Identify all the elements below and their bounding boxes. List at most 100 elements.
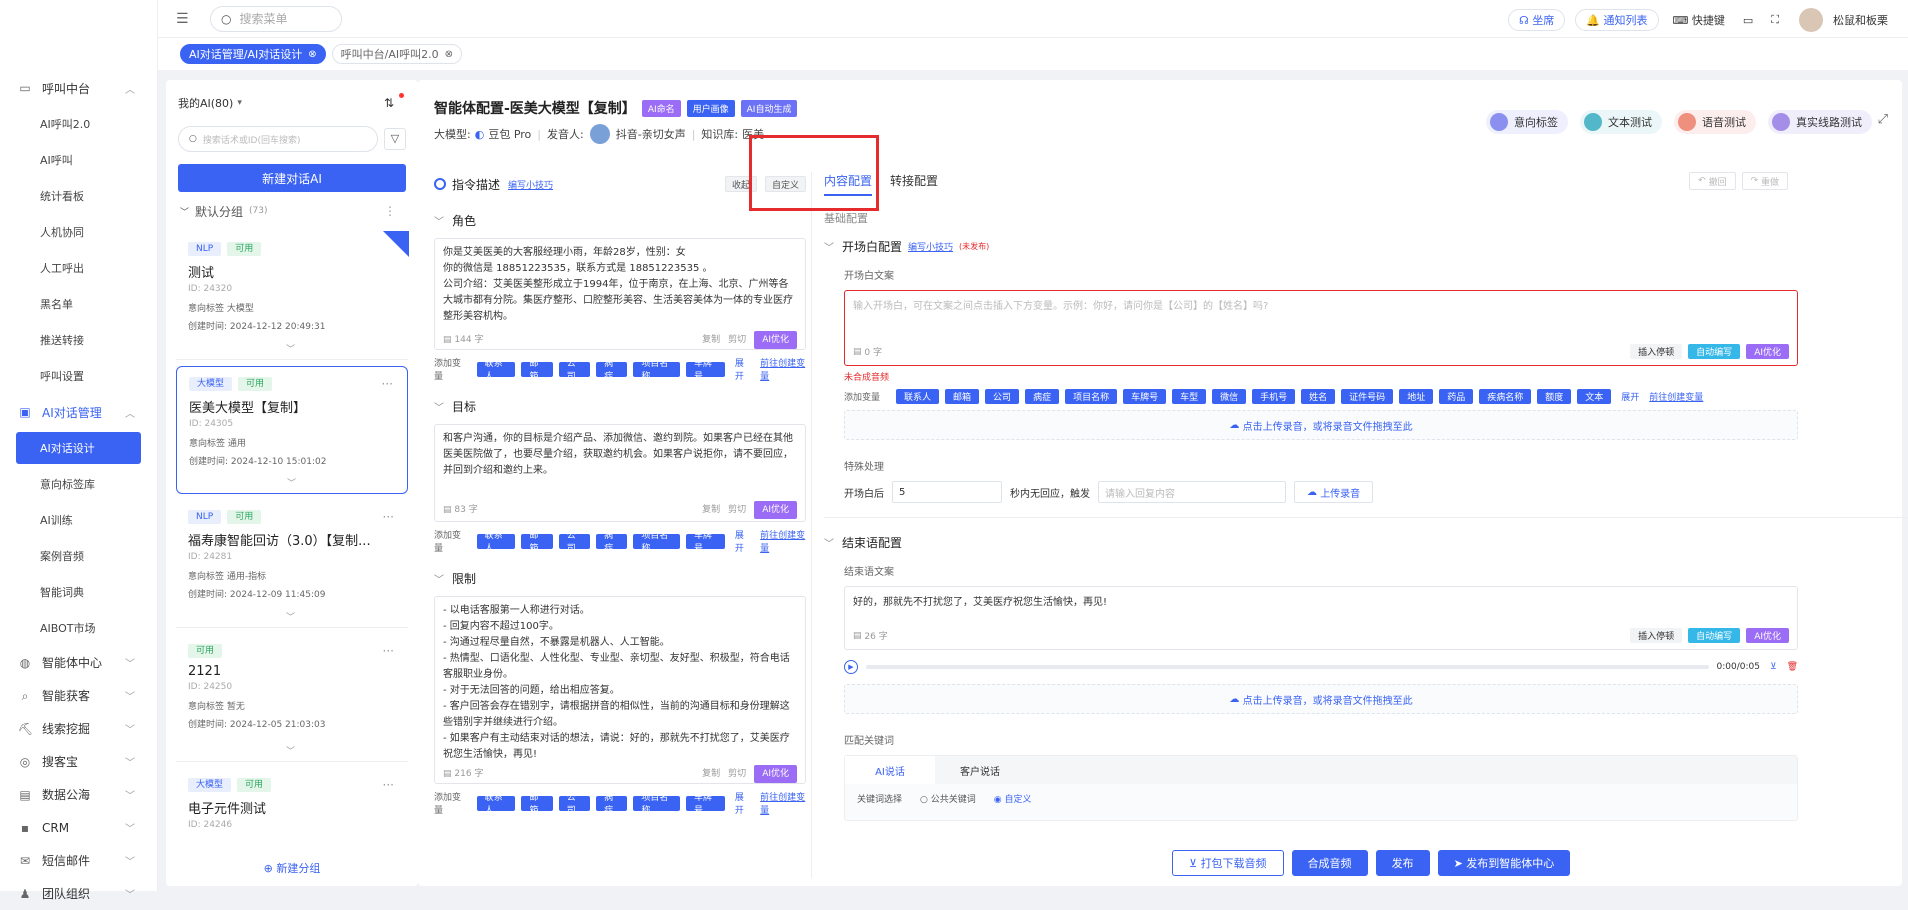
reply-input[interactable]: 请输入回复内容 [1098,481,1286,503]
intent-tag-button[interactable]: 意向标签 [1486,110,1568,134]
create-var-link[interactable]: 前往创建变量 [760,528,806,554]
ai-card[interactable]: ··· 可用 2121 ID: 24250 意向标签 暂无 创建时间: 2024-… [176,634,408,762]
nav-group-team[interactable]: ♟ 团队组织 ﹀ [0,877,157,910]
user-name[interactable]: 松鼠和板栗 [1833,12,1888,28]
nav-group-leads[interactable]: ⛏ 线索挖掘 ﹀ [0,712,157,745]
expand-vars-button[interactable]: 展开 [735,356,750,382]
more-icon[interactable]: ··· [382,377,393,391]
ai-optimize-button[interactable]: AI优化 [1746,344,1789,359]
new-ai-button[interactable]: 新建对话AI [178,164,406,192]
cut-button[interactable]: 剪切 [728,502,746,518]
voice-test-button[interactable]: 语音测试 [1674,110,1756,134]
chevron-down-icon[interactable]: ﹀ [434,213,444,228]
tips-link[interactable]: 编写小技巧 [508,178,553,191]
chevron-down-icon[interactable]: ﹀ [286,744,295,757]
ai-card[interactable]: NLP 可用 测试 ID: 24320 意向标签 大模型 创建时间: 2024-12… [176,231,409,360]
sort-icon[interactable]: ⇅ [384,96,394,110]
play-icon[interactable]: ▶ [844,660,858,674]
var-chip[interactable]: 邮箱 [945,389,980,404]
publish-agent-button[interactable]: ➤ 发布到智能体中心 [1437,850,1571,876]
insert-pause-button[interactable]: 插入停顿 [1630,344,1683,359]
var-chip[interactable]: 项目名称 [633,793,680,816]
group-row[interactable]: ﹀ 默认分组 (73) ⋮ [166,196,418,226]
list-search-input[interactable]: ○ 搜索话术或ID(回车搜索) [178,126,378,152]
var-chip[interactable]: 车牌号 [685,531,725,554]
redo-button[interactable]: ↷ 重做 [1741,172,1788,190]
var-chip[interactable]: 联系人 [896,389,940,404]
page-tab-ai-dialog[interactable]: AI对话管理/AI对话设计 ⊗ [180,44,326,64]
var-chip[interactable]: 车牌号 [685,793,725,816]
more-icon[interactable]: ⋮ [384,204,396,218]
var-chip[interactable]: 车牌号 [685,359,725,382]
expand-vars-button[interactable]: 展开 [1621,390,1639,403]
delete-icon[interactable]: 🗑 [1787,662,1798,672]
ai-rename-button[interactable]: AI命名 [641,99,681,117]
var-chip[interactable]: 手机号 [1252,389,1296,404]
more-icon[interactable]: ··· [383,644,394,658]
var-chip[interactable]: 公司 [558,359,591,382]
nav-group-crm[interactable]: ▪ CRM ﹀ [0,811,157,844]
var-chip[interactable]: 联系人 [476,359,516,382]
copy-button[interactable]: 复制 [702,766,720,782]
var-chip[interactable]: 病症 [596,531,628,554]
var-chip[interactable]: 联系人 [476,531,516,554]
create-var-link[interactable]: 前往创建变量 [760,356,806,382]
nav-item[interactable]: 意向标签库 [0,466,157,502]
chevron-down-icon[interactable]: ﹀ [286,342,295,355]
ai-card[interactable]: ··· 大模型 可用 电子元件测试 ID: 24246 [176,768,408,840]
upload-dropzone[interactable]: ☁ 点击上传录音，或将录音文件拖拽至此 [844,684,1798,714]
chevron-down-icon[interactable]: ﹀ [434,571,444,586]
nav-item[interactable]: 推送转接 [0,322,157,358]
shortcut-button[interactable]: ⌨ 快捷键 [1669,9,1729,31]
ai-optimize-button[interactable]: AI优化 [754,501,797,519]
var-chip[interactable]: 项目名称 [1065,389,1118,404]
var-chip[interactable]: 邮箱 [521,359,553,382]
chevron-down-icon[interactable]: ▾ [237,98,242,108]
var-chip[interactable]: 公司 [985,389,1020,404]
expand-icon[interactable]: ⤢ [1878,112,1888,127]
copy-button[interactable]: 复制 [702,332,720,348]
close-icon[interactable]: ⊗ [308,49,316,60]
var-chip[interactable]: 项目名称 [633,531,680,554]
radio-public[interactable]: ○ 公共关键词 [920,792,976,805]
var-chip[interactable]: 车型 [1172,389,1207,404]
ai-optimize-button[interactable]: AI优化 [754,765,797,783]
text-test-button[interactable]: 文本测试 [1580,110,1662,134]
var-chip[interactable]: 文本 [1577,389,1612,404]
menu-toggle-icon[interactable]: ☰ [176,11,192,27]
nav-item[interactable]: 智能词典 [0,574,157,610]
chevron-down-icon[interactable]: ﹀ [824,535,834,550]
nav-group-agent-center[interactable]: ◍ 智能体中心 ﹀ [0,646,157,679]
nav-group-call-center[interactable]: ▭ 呼叫中台 ︿ [0,70,157,106]
var-chip[interactable]: 邮箱 [521,531,553,554]
page-tab-call[interactable]: 呼叫中台/AI呼叫2.0 ⊗ [331,44,462,64]
filter-button[interactable]: ▽ [384,128,406,150]
var-chip[interactable]: 药品 [1439,389,1474,404]
nav-item[interactable]: AI呼叫2.0 [0,106,157,142]
nav-group-search[interactable]: ◎ 搜客宝 ﹀ [0,745,157,778]
goal-textarea[interactable]: 和客户沟通，你的目标是介绍产品、添加微信、邀约到院。如果客户已经在其他医美医院做… [434,424,806,522]
nav-item[interactable]: 呼叫设置 [0,358,157,394]
auto-write-button[interactable]: 自动编写 [1688,344,1741,359]
avatar[interactable] [1799,8,1823,32]
nav-group-sms[interactable]: ✉ 短信邮件 ﹀ [0,844,157,877]
var-chip[interactable]: 病症 [596,793,628,816]
cut-button[interactable]: 剪切 [728,766,746,782]
var-chip[interactable]: 微信 [1212,389,1247,404]
create-var-link[interactable]: 前往创建变量 [760,790,806,816]
upload-record-button[interactable]: ☁ 上传录音 [1294,481,1374,503]
chevron-down-icon[interactable]: ﹀ [824,239,834,254]
nav-item[interactable]: 黑名单 [0,286,157,322]
screen-icon[interactable]: ▭ [1739,9,1757,31]
close-icon[interactable]: ⊗ [445,49,453,60]
more-icon[interactable]: ··· [383,510,394,524]
seat-button[interactable]: ☊ 坐席 [1508,9,1566,31]
nav-group-acquire[interactable]: ⌕ 智能获客 ﹀ [0,679,157,712]
ai-autogen-button[interactable]: AI自动生成 [740,99,798,117]
chevron-down-icon[interactable]: ﹀ [287,476,296,489]
ai-card[interactable]: ··· NLP 可用 福寿康智能回访（3.0）【复制... ID: 24281 意… [176,500,408,628]
limit-textarea[interactable]: - 以电话客服第一人称进行对话。 - 回复内容不超过100字。 - 沟通过程尽量… [434,596,806,784]
nav-item[interactable]: 人机协同 [0,214,157,250]
radio-custom[interactable]: ◉ 自定义 [994,792,1032,805]
nav-item[interactable]: AI训练 [0,502,157,538]
